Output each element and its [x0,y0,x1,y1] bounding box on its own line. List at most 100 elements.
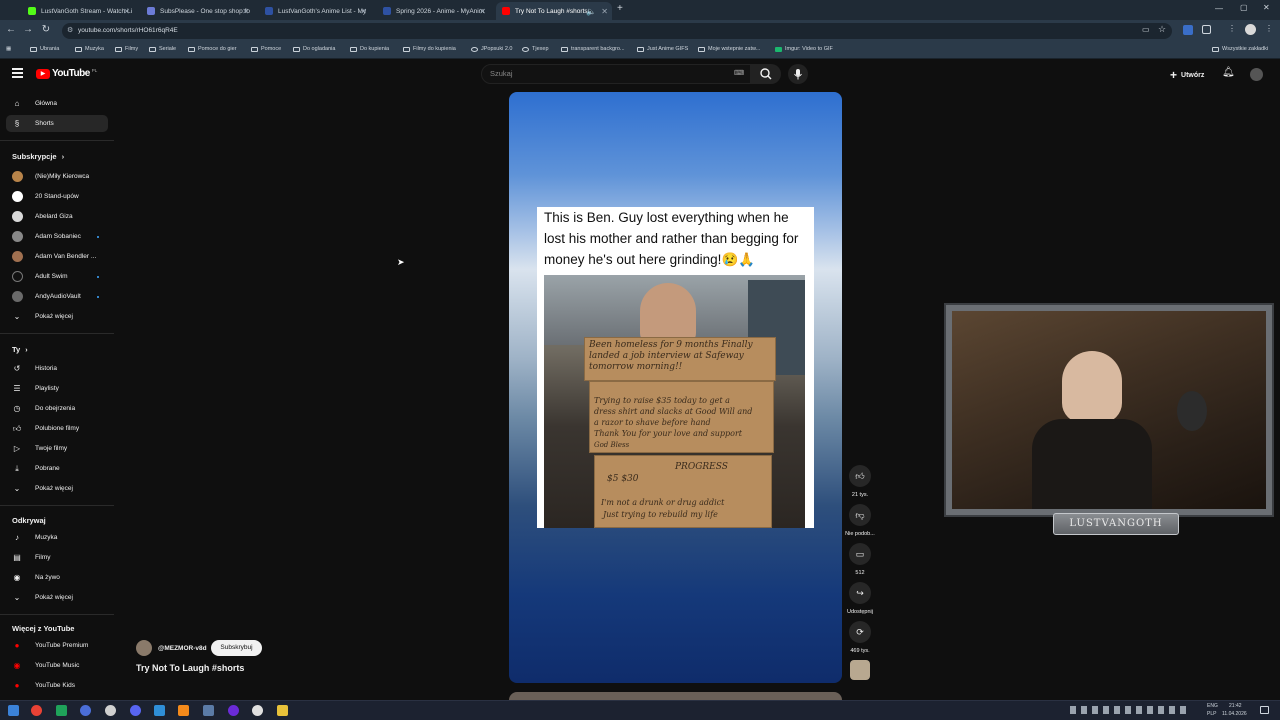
app-icon[interactable] [56,705,67,716]
like-button[interactable]: 👍︎ [849,465,871,487]
bookmark-folder[interactable]: Filmy [115,46,138,52]
sidebar-item-home[interactable]: ⌂ Główna [6,95,108,112]
apps-icon[interactable]: ▦ [6,46,11,52]
bookmark-folder[interactable]: Filmy do kupienia [403,46,456,52]
reload-icon[interactable]: ↻ [39,24,53,35]
system-tray-icons[interactable] [1070,706,1190,714]
sidebar-item-show-more[interactable]: ⌄ Pokaż więcej [6,308,108,325]
browser-tab-4[interactable]: Spring 2026 - Anime - MyAnim ✕ [377,2,490,20]
sidebar-item-youtube-premium[interactable]: ● YouTube Premium [6,637,108,654]
sidebar-item-show-more[interactable]: ⌄ Pokaż więcej [6,589,108,606]
app-icon[interactable] [228,705,239,716]
browser-tab-1[interactable]: LustVanGoth Stream - Watch Li ✕ [22,2,134,20]
bookmark-folder[interactable]: Ubrania [30,46,59,52]
bookmark-star-icon[interactable]: ☆ [1158,24,1166,35]
bookmark-link[interactable]: Moje wstepnie zatw... [698,46,760,52]
sidebar-item-show-more[interactable]: ⌄ Pokaż więcej [6,480,108,497]
youtube-logo[interactable]: ▶ YouTube PL [36,68,97,79]
sidebar-item-youtube-kids[interactable]: ● YouTube Kids [6,677,108,694]
channel-name[interactable]: @MEZMOR-v8d [158,645,207,652]
profile-avatar[interactable] [1245,24,1256,35]
channel-avatar[interactable] [136,640,152,656]
kebab-menu-icon[interactable]: ⋮ [1265,24,1273,33]
menu-icon[interactable]: ⋮ [1228,24,1236,33]
sidebar-item-subscription[interactable]: 20 Stand-upów [6,188,108,205]
bookmark-link[interactable]: transparent backgro... [561,46,625,52]
language-indicator[interactable]: ENG [1207,703,1218,709]
sidebar-item-subscription[interactable]: Abelard Giza [6,208,108,225]
cast-icon[interactable]: ▭ [1142,25,1150,34]
subscriptions-heading[interactable]: Subskrypcje › [12,152,64,161]
search-button[interactable] [751,64,781,84]
app-icon[interactable] [154,705,165,716]
share-button[interactable]: ↪ [849,582,871,604]
sidebar-item-subscription[interactable]: Adam Sobaniec [6,228,108,245]
bookmark-folder[interactable]: Pomoce [251,46,281,52]
create-button[interactable]: + Utwórz [1170,68,1204,82]
you-heading[interactable]: Ty › [12,345,28,354]
keyboard-layout[interactable]: PLP [1207,711,1216,717]
new-tab-icon[interactable]: + [617,3,623,14]
browser-tab-3[interactable]: LustVanGoth's Anime List - My ✕ [259,2,371,20]
account-avatar[interactable] [1250,68,1263,81]
browser-tab-5-active[interactable]: Try Not To Laugh #shorts 🔈 ✕ [496,2,612,20]
close-icon[interactable]: ✕ [123,7,130,16]
bookmark-folder[interactable]: Seriale [149,46,176,52]
bookmark-link[interactable]: Just Anime GIFS [637,46,688,52]
discord-icon[interactable] [130,705,141,716]
sidebar-item-shorts[interactable]: § Shorts [6,115,108,132]
bookmark-link[interactable]: Imgur: Video to GIF [775,46,833,52]
bookmark-link[interactable]: JPopsuki 2.0 [471,46,513,52]
windows-start-icon[interactable] [8,705,19,716]
voice-search-button[interactable] [788,64,808,84]
maximize-icon[interactable]: ▢ [1240,3,1248,12]
close-icon[interactable]: ✕ [242,7,249,16]
steam-icon[interactable] [203,705,214,716]
close-icon[interactable]: ✕ [360,7,367,16]
close-window-icon[interactable]: ✕ [1263,3,1270,12]
keyboard-icon[interactable]: ⌨ [734,65,744,83]
chrome-icon[interactable] [31,705,42,716]
hamburger-menu-icon[interactable] [12,68,23,78]
minimize-icon[interactable]: — [1215,4,1223,13]
sidebar-item-history[interactable]: ↺ Historia [6,360,108,377]
close-icon[interactable]: ✕ [601,7,608,16]
back-icon[interactable]: ← [4,24,18,35]
sidebar-item-liked[interactable]: 👍︎ Polubione filmy [6,420,108,437]
forward-icon[interactable]: → [21,24,35,35]
clock-time[interactable]: 21:42 [1229,703,1242,709]
address-field[interactable]: ⚙ youtube.com/shorts/rHO61r6qR4E [62,23,1172,39]
sidebar-item-downloads[interactable]: ⤓ Pobrane [6,460,108,477]
close-icon[interactable]: ✕ [479,7,486,16]
sidebar-item-subscription[interactable]: AndyAudioVault [6,288,108,305]
obs-icon[interactable] [252,705,263,716]
file-explorer-icon[interactable] [277,705,288,716]
speaker-icon[interactable]: 🔈 [586,7,596,16]
notifications-bell-icon[interactable]: 🔔︎ [1222,67,1235,78]
sidebar-item-live[interactable]: ◉ Na żywo [6,569,108,586]
search-input[interactable]: Szukaj ⌨ [481,64,751,84]
short-title[interactable]: Try Not To Laugh #shorts [136,663,244,673]
subscribe-button[interactable]: Subskrybuj [211,640,262,656]
bookmark-folder[interactable]: Do ogladania [293,46,335,52]
bookmark-folder[interactable]: Pomoce do gier [188,46,237,52]
app-icon[interactable] [105,705,116,716]
sidebar-item-subscription[interactable]: Adam Van Bendler ... [6,248,108,265]
browser-tab-2[interactable]: SubsPlease - One stop shop fo ✕ [141,2,253,20]
site-info-icon[interactable]: ⚙ [67,23,73,39]
clock-date[interactable]: 11.04.2026 [1222,711,1247,717]
sidebar-item-subscription[interactable]: Adult Swim [6,268,108,285]
notification-center-icon[interactable] [1260,706,1269,714]
extension-icon[interactable] [1183,25,1193,35]
sidebar-item-your-videos[interactable]: ▷ Twoje filmy [6,440,108,457]
sidebar-item-youtube-music[interactable]: ◉ YouTube Music [6,657,108,674]
sidebar-item-playlists[interactable]: ☰ Playlisty [6,380,108,397]
vlc-icon[interactable] [178,705,189,716]
extensions-icon[interactable] [1202,25,1211,34]
sidebar-item-music[interactable]: ♪ Muzyka [6,529,108,546]
sidebar-item-films[interactable]: ▤ Filmy [6,549,108,566]
sound-thumbnail[interactable] [850,660,870,680]
bookmark-folder[interactable]: Do kupienia [350,46,389,52]
bookmark-link[interactable]: Tjexep [522,46,549,52]
comments-button[interactable]: ▭ [849,543,871,565]
